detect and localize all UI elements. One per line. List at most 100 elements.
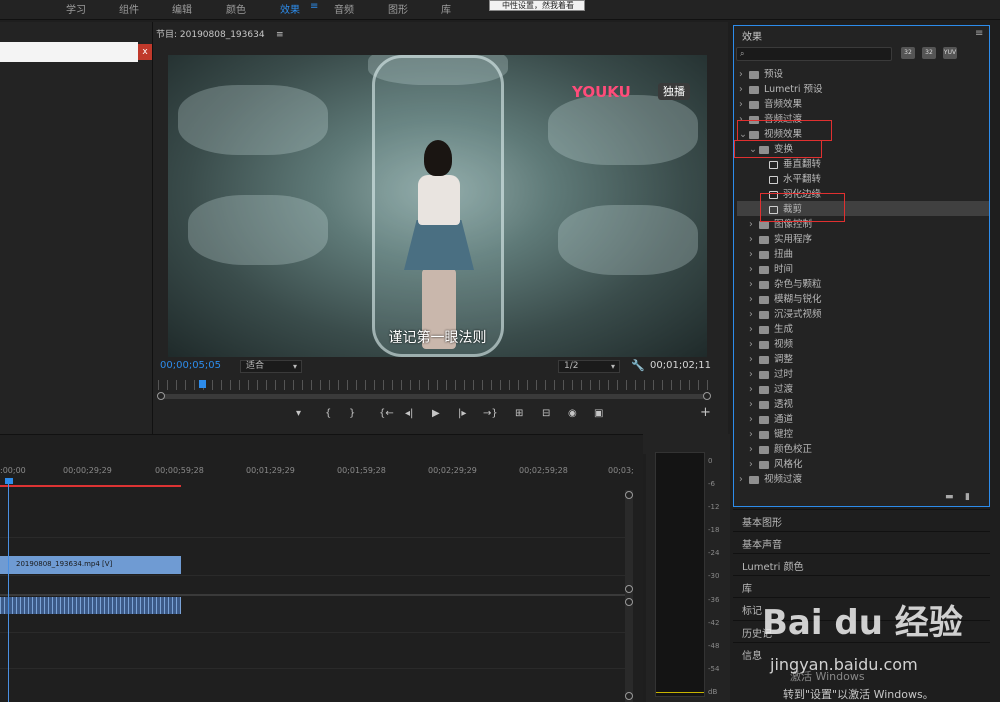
marker-icon[interactable]: ▾	[296, 408, 301, 419]
workspace-editing[interactable]: 编辑	[172, 1, 192, 16]
panel-lumetri-color[interactable]: Lumetri 颜色	[733, 553, 990, 575]
chevron-right-icon[interactable]: ›	[749, 399, 759, 410]
delete-icon[interactable]: ▮	[965, 492, 970, 502]
chevron-right-icon[interactable]: ›	[739, 84, 749, 95]
chevron-right-icon[interactable]: ›	[749, 369, 759, 380]
panel-essential-graphics[interactable]: 基本图形	[733, 509, 990, 531]
step-forward-icon[interactable]: |▸	[458, 408, 466, 419]
effects-tree-item[interactable]: › 沉浸式视频	[749, 306, 822, 321]
effects-tree-item[interactable]: › 键控	[749, 426, 793, 441]
32bit-effects-icon[interactable]: 32	[922, 47, 936, 59]
chevron-right-icon[interactable]: ›	[749, 219, 759, 230]
chevron-right-icon[interactable]: ›	[749, 414, 759, 425]
lift-icon[interactable]: ⊞	[515, 408, 523, 419]
panel-essential-sound[interactable]: 基本声音	[733, 531, 990, 553]
export-frame-icon[interactable]: ◉	[568, 408, 577, 419]
chevron-right-icon[interactable]: ›	[749, 324, 759, 335]
workspace-menu-icon[interactable]: ≡	[310, 1, 318, 12]
scroll-handle-right[interactable]	[703, 392, 711, 400]
effects-tree-item[interactable]: › 风格化	[749, 456, 803, 471]
new-folder-icon[interactable]: ▬	[945, 492, 954, 502]
chevron-right-icon[interactable]: ›	[749, 279, 759, 290]
out-point-icon[interactable]: }	[349, 408, 355, 419]
chevron-right-icon[interactable]: ›	[749, 354, 759, 365]
effects-tree-item[interactable]: 垂直翻转	[759, 156, 821, 171]
chevron-right-icon[interactable]: ›	[749, 429, 759, 440]
effects-tree-item[interactable]: › 扭曲	[749, 246, 793, 261]
effects-tree-item[interactable]: 水平翻转	[759, 171, 821, 186]
step-back-icon[interactable]: ◂|	[405, 408, 413, 419]
chevron-right-icon[interactable]: ›	[749, 339, 759, 350]
chevron-right-icon[interactable]: ›	[749, 294, 759, 305]
monitor-time-ruler[interactable]	[158, 380, 708, 390]
effects-tree-item[interactable]: › Lumetri 预设	[739, 81, 823, 96]
compare-icon[interactable]: ▣	[594, 408, 603, 419]
workspace-assembly[interactable]: 组件	[119, 1, 139, 16]
settings-wrench-icon[interactable]: 🔧	[631, 359, 645, 372]
chevron-right-icon[interactable]: ›	[739, 99, 749, 110]
effects-tree-item[interactable]: › 过渡	[749, 381, 793, 396]
monitor-playhead[interactable]	[199, 380, 206, 388]
timeline-playhead[interactable]	[5, 478, 13, 484]
effects-tree-label: 视频	[774, 339, 794, 350]
chevron-right-icon[interactable]: ›	[749, 249, 759, 260]
effects-tree-item[interactable]: › 实用程序	[749, 231, 812, 246]
effects-tree-item[interactable]: › 视频过渡	[739, 471, 802, 486]
meter-scale-label: -42	[708, 619, 720, 627]
panel-libraries[interactable]: 库	[733, 575, 990, 597]
zoom-select[interactable]: 适合 ▾	[240, 360, 302, 373]
workspace-learn[interactable]: 学习	[66, 1, 86, 16]
effects-tree-item[interactable]: › 音频效果	[739, 96, 802, 111]
workspace-libraries[interactable]: 库	[441, 1, 451, 16]
scroll-handle[interactable]	[625, 598, 633, 606]
effects-tree-item[interactable]: › 模糊与锐化	[749, 291, 822, 306]
effects-tree-item[interactable]: › 视频	[749, 336, 793, 351]
timeline-vertical-scrollbar[interactable]	[625, 490, 633, 702]
add-button-icon[interactable]: +	[700, 405, 711, 420]
panel-menu-icon[interactable]: ≡	[975, 28, 983, 39]
effects-search-input[interactable]: ⌕	[736, 47, 892, 61]
effects-tree-item[interactable]: › 通道	[749, 411, 793, 426]
accelerated-effects-icon[interactable]: 32	[901, 47, 915, 59]
go-to-out-icon[interactable]: →}	[483, 408, 498, 419]
workspace-graphics[interactable]: 图形	[388, 1, 408, 16]
effects-tree-item[interactable]: › 过时	[749, 366, 793, 381]
chevron-right-icon[interactable]: ›	[749, 459, 759, 470]
yuv-effects-icon[interactable]: YUV	[943, 47, 957, 59]
in-point-icon[interactable]: {	[325, 408, 331, 419]
workspace-audio[interactable]: 音频	[334, 1, 354, 16]
scroll-handle[interactable]	[625, 585, 633, 593]
chevron-right-icon[interactable]: ›	[739, 474, 749, 485]
chevron-right-icon[interactable]: ›	[739, 69, 749, 80]
timeline-playhead-line[interactable]	[8, 481, 9, 702]
folder-icon	[749, 100, 759, 109]
workspace-color[interactable]: 颜色	[226, 1, 246, 16]
effects-tree-item[interactable]: › 透视	[749, 396, 793, 411]
workspace-effects[interactable]: 效果	[280, 1, 300, 16]
scroll-handle[interactable]	[625, 692, 633, 700]
chevron-right-icon[interactable]: ›	[749, 444, 759, 455]
chevron-right-icon[interactable]: ›	[749, 309, 759, 320]
play-icon[interactable]: ▶	[432, 408, 440, 419]
panel-menu-icon[interactable]: ≡	[276, 30, 284, 40]
resolution-select[interactable]: 1/2 ▾	[558, 360, 620, 373]
monitor-zoom-scrollbar[interactable]	[160, 394, 706, 399]
scroll-handle-left[interactable]	[157, 392, 165, 400]
video-clip[interactable]: 20190808_193634.mp4 [V]	[0, 556, 181, 574]
chevron-right-icon[interactable]: ›	[749, 384, 759, 395]
go-to-in-icon[interactable]: {←	[379, 408, 394, 419]
close-icon[interactable]: x	[138, 44, 152, 60]
folder-icon	[759, 325, 769, 334]
effects-tree-item[interactable]: › 时间	[749, 261, 793, 276]
chevron-right-icon[interactable]: ›	[749, 264, 759, 275]
effects-tree-item[interactable]: › 颜色校正	[749, 441, 812, 456]
extract-icon[interactable]: ⊟	[542, 408, 550, 419]
effects-tree-item[interactable]: › 调整	[749, 351, 793, 366]
effects-tree-item[interactable]: › 杂色与颗粒	[749, 276, 822, 291]
scroll-handle[interactable]	[625, 491, 633, 499]
audio-clip[interactable]	[0, 597, 181, 614]
effects-tree-item[interactable]: › 生成	[749, 321, 793, 336]
playhead-timecode[interactable]: 00;00;05;05	[160, 360, 221, 371]
chevron-right-icon[interactable]: ›	[749, 234, 759, 245]
effects-tree-item[interactable]: › 预设	[739, 66, 783, 81]
